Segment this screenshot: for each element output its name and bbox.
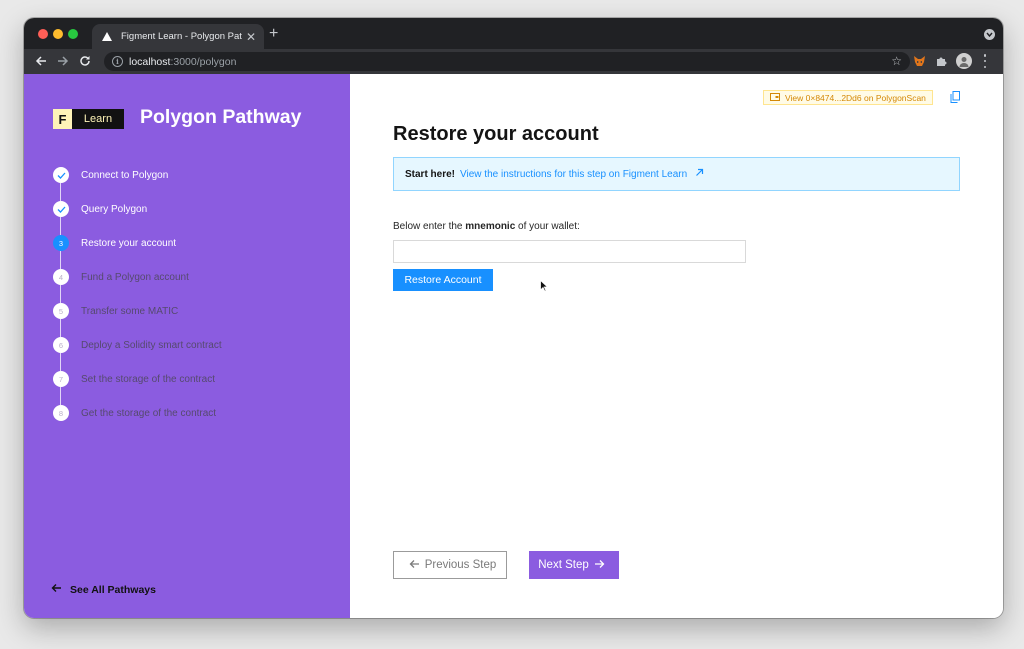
step-connect-to-polygon[interactable]: Connect to Polygon (53, 167, 168, 183)
step-label: Query Polygon (81, 203, 148, 215)
step-connector (60, 353, 61, 371)
instructions-link[interactable]: View the instructions for this step on F… (460, 169, 687, 180)
browser-tab[interactable]: Figment Learn - Polygon Pathw ✕ (92, 24, 264, 49)
page-title: Restore your account (393, 123, 599, 145)
prompt-text-bold: mnemonic (465, 221, 516, 232)
sidebar: F Learn Polygon Pathway Connect to Polyg… (24, 74, 350, 618)
site-info-icon[interactable]: i (112, 56, 123, 67)
see-all-pathways-link[interactable]: See All Pathways (51, 583, 156, 596)
step-connector (60, 217, 61, 235)
previous-step-label: Previous Step (424, 559, 497, 571)
minimize-window-button[interactable] (53, 29, 63, 39)
page-content: F Learn Polygon Pathway Connect to Polyg… (24, 74, 1003, 618)
wallet-icon (770, 92, 780, 103)
previous-step-button[interactable]: Previous Step (393, 551, 507, 579)
restore-account-button[interactable]: Restore Account (393, 269, 493, 291)
mouse-cursor-icon (540, 279, 549, 292)
step-number: 7 (53, 371, 69, 387)
step-label: Connect to Polygon (81, 169, 169, 181)
step-deploy-a-solidity-smart-contract[interactable]: 6 Deploy a Solidity smart contract (53, 337, 222, 353)
arrow-left-icon (51, 583, 62, 596)
logo-learn: Learn (72, 109, 124, 129)
prompt-text-after: of your wallet: (515, 221, 580, 232)
alert-strong-text: Start here! (405, 168, 456, 180)
logo-f: F (53, 109, 72, 129)
profile-avatar[interactable] (956, 53, 972, 69)
next-step-button[interactable]: Next Step (529, 551, 619, 579)
step-label: Fund a Polygon account (81, 271, 189, 283)
next-step-label: Next Step (538, 559, 589, 571)
step-connector (60, 285, 61, 303)
step-label: Transfer some MATIC (81, 305, 179, 317)
reload-icon[interactable] (77, 53, 93, 69)
arrow-right-icon (594, 559, 605, 572)
main-panel: View 0×8474...2Dd6 on PolygonScan Restor… (350, 74, 1003, 618)
tab-strip: Figment Learn - Polygon Pathw ✕ + (24, 18, 1003, 49)
maximize-window-button[interactable] (68, 29, 78, 39)
info-alert: Start here! View the instructions for th… (393, 157, 960, 191)
pathway-title: Polygon Pathway (140, 106, 302, 128)
step-fund-a-polygon-account[interactable]: 4 Fund a Polygon account (53, 269, 189, 285)
step-query-polygon[interactable]: Query Polygon (53, 201, 147, 217)
bookmark-star-icon[interactable]: ☆ (891, 54, 902, 68)
forward-arrow-icon[interactable] (55, 53, 71, 69)
tab-search-icon[interactable] (984, 29, 995, 40)
step-transfer-some-matic[interactable]: 5 Transfer some MATIC (53, 303, 178, 319)
extensions-puzzle-icon[interactable] (934, 54, 948, 68)
back-arrow-icon[interactable] (33, 53, 49, 69)
step-number: 6 (53, 337, 69, 353)
prompt-text-before: Below enter the (393, 221, 466, 232)
check-icon (53, 167, 69, 183)
step-label: Set the storage of the contract (81, 373, 215, 385)
tab-close-icon[interactable]: ✕ (246, 31, 256, 43)
step-connector (60, 387, 61, 405)
step-number: 8 (53, 405, 69, 421)
step-restore-your-account[interactable]: 3 Restore your account (53, 235, 176, 251)
triangle-favicon-icon (100, 30, 114, 44)
url-host: localhost (129, 55, 171, 68)
address-bar[interactable]: i localhost :3000/polygon ☆ (104, 52, 910, 71)
step-label: Get the storage of the contract (81, 407, 217, 419)
step-get-the-storage-of-the-contract[interactable]: 8 Get the storage of the contract (53, 405, 216, 421)
step-label: Deploy a Solidity smart contract (81, 339, 222, 351)
step-number: 4 (53, 269, 69, 285)
copy-icon[interactable] (950, 90, 960, 103)
step-label: Restore your account (81, 237, 177, 249)
step-connector (60, 251, 61, 269)
step-connector (60, 183, 61, 201)
see-all-pathways-label: See All Pathways (70, 583, 156, 596)
new-tab-icon[interactable]: + (269, 26, 278, 42)
browser-toolbar: i localhost :3000/polygon ☆ (24, 49, 1003, 74)
browser-menu-icon[interactable] (982, 54, 988, 68)
metamask-fox-icon[interactable] (912, 54, 926, 68)
external-link-arrow-icon[interactable] (695, 168, 704, 180)
tab-title: Figment Learn - Polygon Pathw (121, 31, 242, 42)
close-window-button[interactable] (38, 29, 48, 39)
step-number: 3 (53, 235, 69, 251)
polygonscan-link-text: View 0×8474...2Dd6 on PolygonScan (785, 92, 926, 103)
step-connector (60, 319, 61, 337)
polygonscan-badge[interactable]: View 0×8474...2Dd6 on PolygonScan (763, 90, 933, 105)
mnemonic-prompt: Below enter the mnemonic of your wallet: (393, 221, 580, 232)
url-path: :3000/polygon (170, 55, 237, 68)
arrow-left-icon (409, 559, 420, 572)
check-icon (53, 201, 69, 217)
step-set-the-storage-of-the-contract[interactable]: 7 Set the storage of the contract (53, 371, 215, 387)
mnemonic-input[interactable] (393, 240, 746, 263)
figment-learn-logo[interactable]: F Learn (53, 109, 124, 129)
browser-window: Figment Learn - Polygon Pathw ✕ + i loca… (24, 18, 1003, 618)
step-number: 5 (53, 303, 69, 319)
